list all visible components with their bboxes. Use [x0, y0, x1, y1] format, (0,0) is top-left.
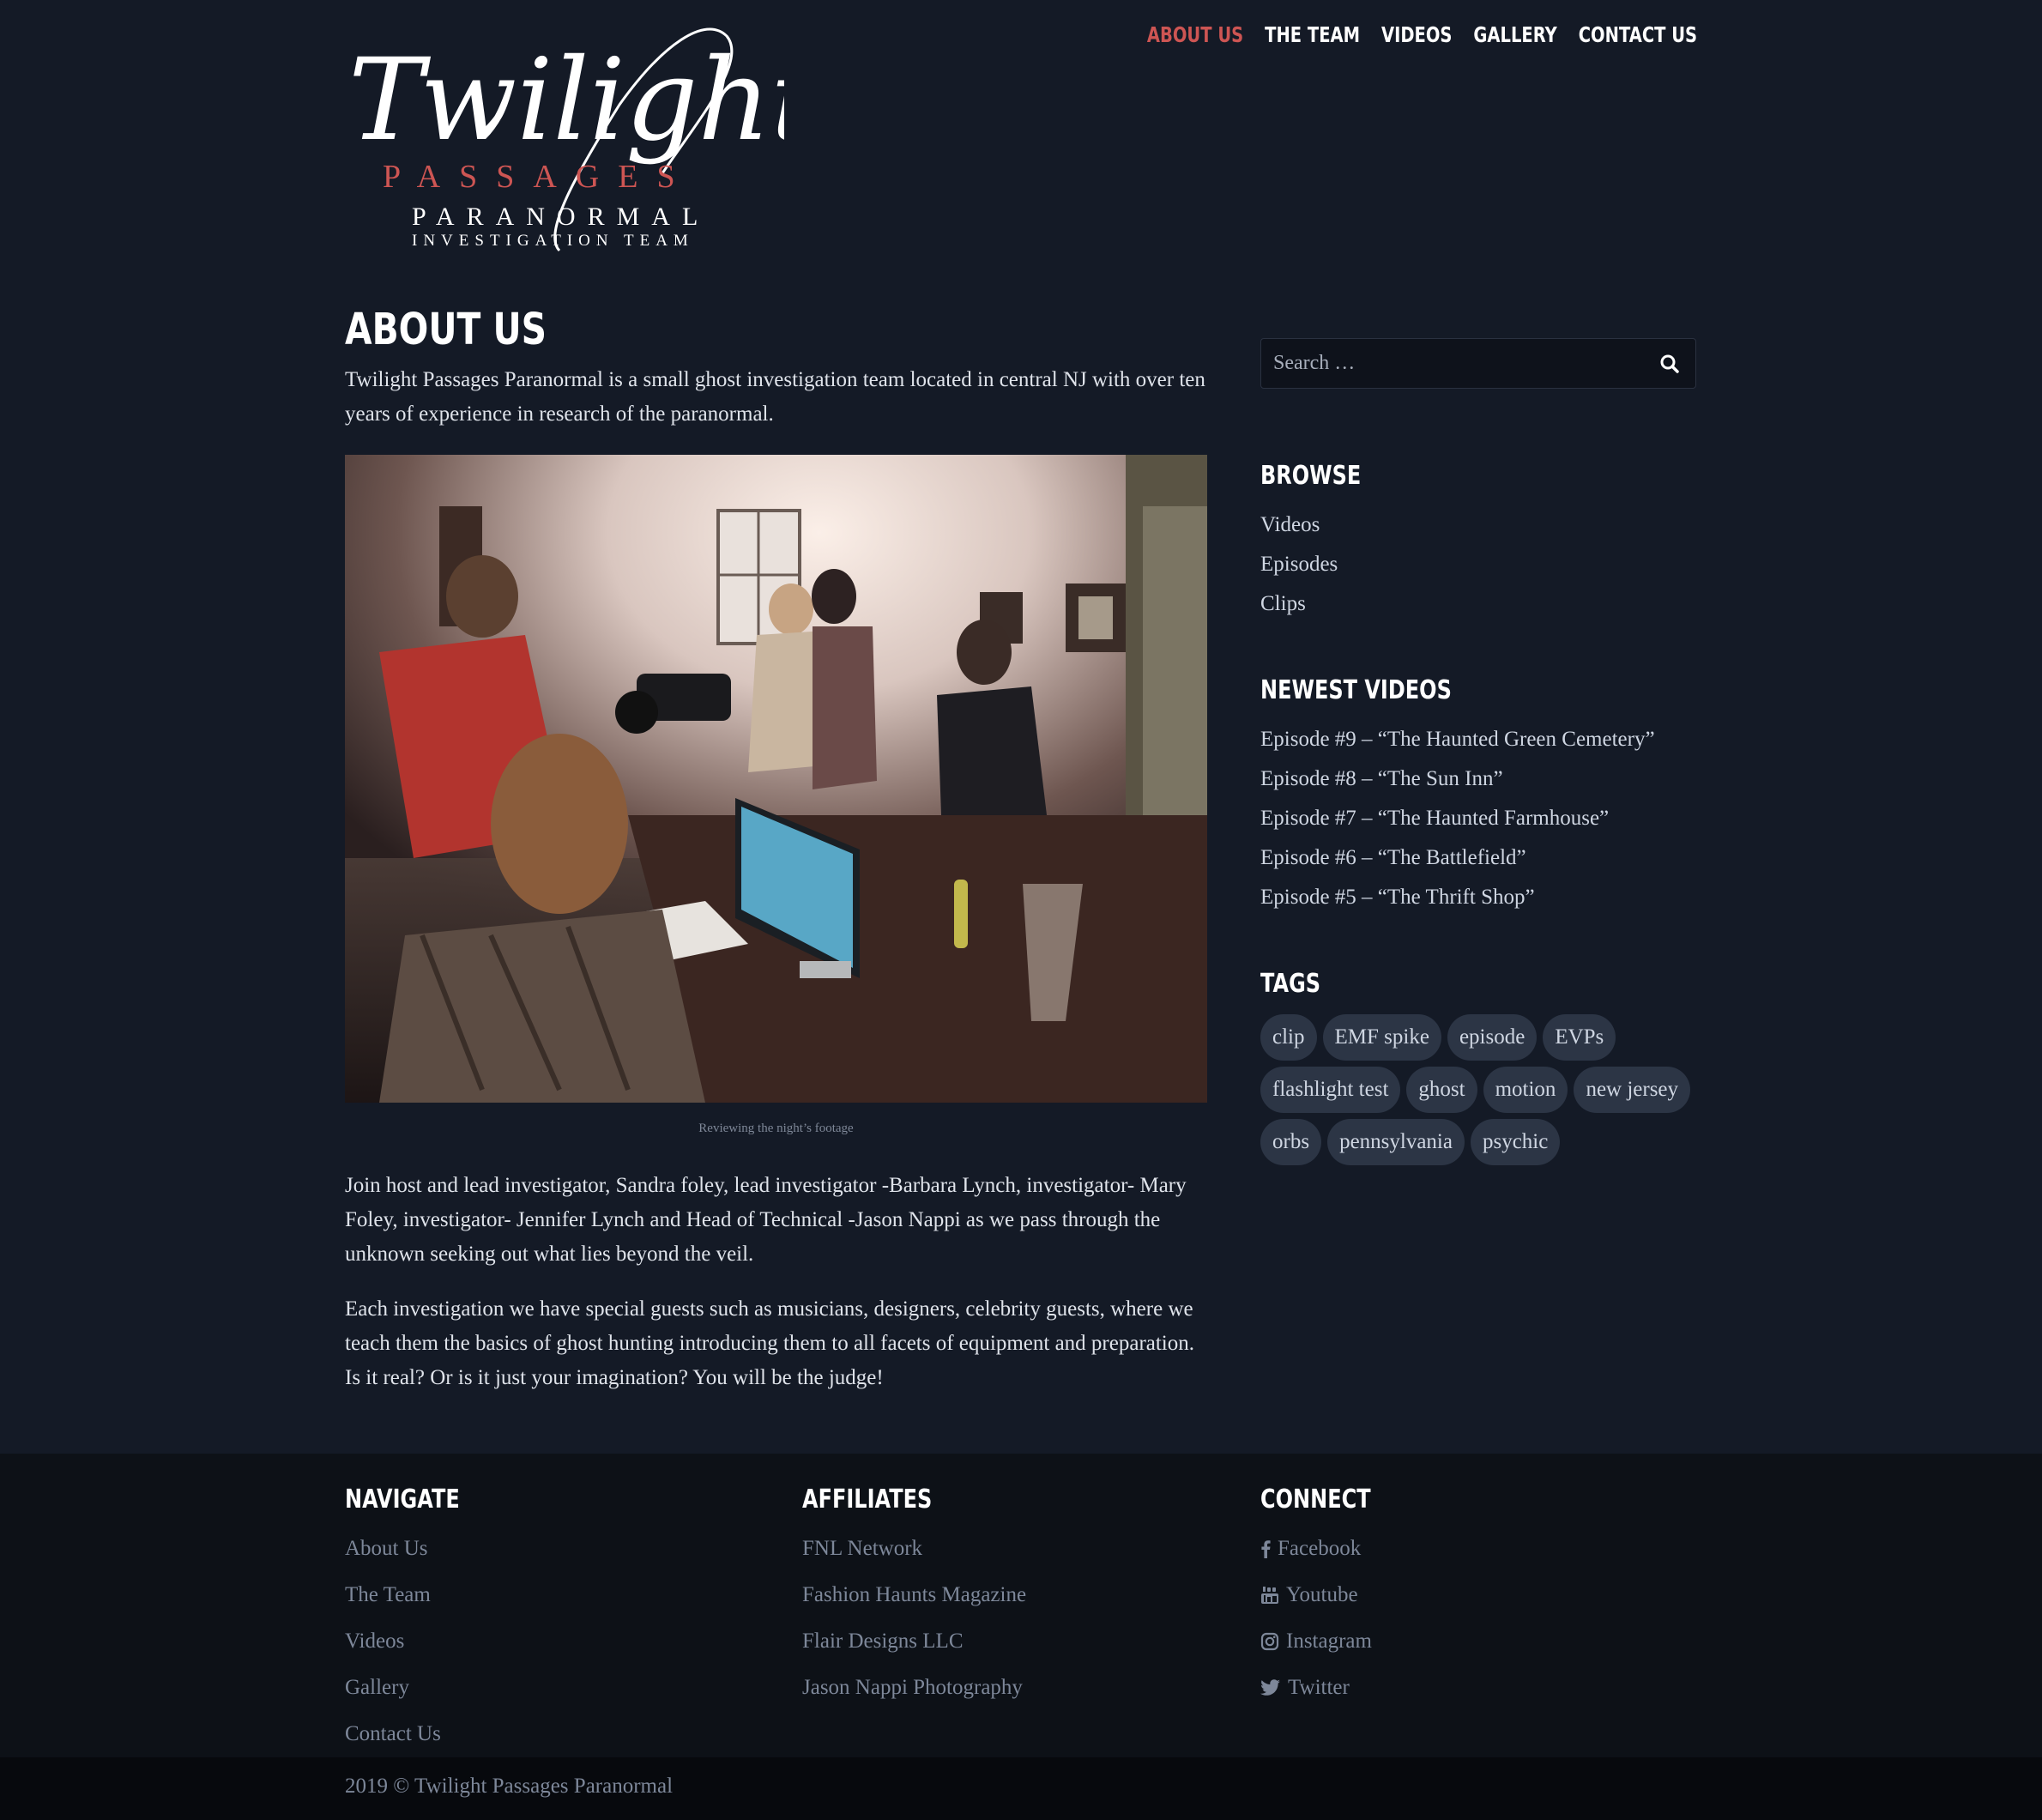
footer-link-about-us[interactable]: About Us [345, 1526, 488, 1572]
browse-link-clips[interactable]: Clips [1260, 584, 1696, 624]
logo-paranormal-text: PARANORMAL [412, 203, 710, 231]
newest-video-link[interactable]: Episode #6 – “The Battlefield” [1260, 838, 1696, 878]
footer-link-the-team[interactable]: The Team [345, 1572, 488, 1618]
connect-label: Facebook [1278, 1537, 1362, 1560]
main-nav: About Us The Team Videos Gallery Contact… [1147, 22, 1697, 47]
browse-link-episodes[interactable]: Episodes [1260, 545, 1696, 584]
affiliate-link-fnl-network[interactable]: FNL Network [802, 1526, 1026, 1572]
nav-videos[interactable]: Videos [1381, 22, 1452, 47]
affiliate-link-flair-designs[interactable]: Flair Designs LLC [802, 1618, 1026, 1665]
guests-paragraph: Each investigation we have special guest… [345, 1297, 1195, 1389]
search-button[interactable] [1644, 340, 1695, 387]
logo-passages-text: PASSAGES [383, 159, 694, 195]
photo-caption: Reviewing the night’s footage [698, 1122, 854, 1135]
newest-videos-widget: NEWEST VIDEOS Episode #9 – “The Haunted … [1260, 675, 1696, 917]
tag-cloud: clip EMF spike episode EVPs flashlight t… [1260, 1014, 1707, 1165]
youtube-icon [1261, 1587, 1278, 1604]
tag-pill[interactable]: EVPs [1543, 1014, 1616, 1061]
affiliate-link-fashion-haunts[interactable]: Fashion Haunts Magazine [802, 1572, 1026, 1618]
connect-link-twitter[interactable]: Twitter [1260, 1665, 1399, 1711]
tag-pill[interactable]: pennsylvania [1327, 1119, 1465, 1165]
page-title: ABOUT US [345, 305, 547, 355]
footer-affiliates-column: AFFILIATES FNL Network Fashion Haunts Ma… [802, 1484, 1026, 1711]
footer-link-videos[interactable]: Videos [345, 1618, 488, 1665]
team-paragraph: Join host and lead investigator, Sandra … [345, 1174, 1187, 1266]
newest-video-link[interactable]: Episode #9 – “The Haunted Green Cemetery… [1260, 720, 1696, 759]
footer-connect-title: CONNECT [1260, 1484, 1371, 1515]
logo-team-text: INVESTIGATION TEAM [412, 232, 694, 250]
nav-the-team[interactable]: The Team [1265, 22, 1360, 47]
connect-label: Instagram [1286, 1630, 1372, 1653]
sidebar: BROWSE Videos Episodes Clips NEWEST VIDE… [1260, 338, 1696, 1165]
tag-pill[interactable]: new jersey [1574, 1067, 1691, 1113]
investigation-photo [345, 455, 1207, 1103]
footer-navigate-column: NAVIGATE About Us The Team Videos Galler… [345, 1484, 488, 1757]
footer-link-gallery[interactable]: Gallery [345, 1665, 488, 1711]
site-header: Twilight PASSAGES PARANORMAL INVESTIGATI… [345, 0, 1697, 283]
search-input[interactable] [1261, 339, 1644, 388]
footer-connect-column: CONNECT Facebook Youtube Instagram Twitt… [1260, 1484, 1399, 1711]
browse-widget: BROWSE Videos Episodes Clips [1260, 461, 1696, 624]
nav-about-us[interactable]: About Us [1147, 22, 1243, 47]
tag-pill[interactable]: motion [1483, 1067, 1568, 1113]
copyright-text: 2019 © Twilight Passages Paranormal [345, 1775, 674, 1798]
newest-video-link[interactable]: Episode #8 – “The Sun Inn” [1260, 759, 1696, 799]
connect-label: Twitter [1288, 1676, 1350, 1699]
tag-pill[interactable]: orbs [1260, 1119, 1322, 1165]
newest-videos-title: NEWEST VIDEOS [1260, 675, 1452, 705]
tag-pill[interactable]: EMF spike [1322, 1014, 1441, 1061]
twitter-icon [1260, 1679, 1280, 1696]
facebook-icon [1261, 1540, 1271, 1558]
site-logo[interactable]: Twilight PASSAGES PARANORMAL INVESTIGATI… [345, 19, 784, 276]
tags-title: TAGS [1260, 969, 1321, 999]
footer-affiliates-title: AFFILIATES [802, 1484, 933, 1515]
browse-title: BROWSE [1260, 461, 1362, 491]
tag-pill[interactable]: flashlight test [1260, 1067, 1401, 1113]
tag-pill[interactable]: psychic [1470, 1119, 1561, 1165]
connect-label: Youtube [1286, 1583, 1358, 1606]
instagram-icon [1260, 1632, 1279, 1651]
newest-video-link[interactable]: Episode #7 – “The Haunted Farmhouse” [1260, 799, 1696, 838]
site-footer: NAVIGATE About Us The Team Videos Galler… [0, 1454, 2042, 1757]
nav-gallery[interactable]: Gallery [1473, 22, 1556, 47]
main-content: ABOUT US Twilight Passages Paranormal is… [345, 305, 1207, 1395]
intro-paragraph: Twilight Passages Paranormal is a small … [345, 368, 1205, 426]
connect-link-instagram[interactable]: Instagram [1260, 1618, 1399, 1665]
search-form [1260, 338, 1696, 389]
connect-link-youtube[interactable]: Youtube [1260, 1572, 1399, 1618]
footer-link-contact-us[interactable]: Contact Us [345, 1711, 488, 1757]
connect-link-facebook[interactable]: Facebook [1260, 1526, 1399, 1572]
nav-contact-us[interactable]: Contact Us [1579, 22, 1697, 47]
footer-bottom-bar: 2019 © Twilight Passages Paranormal [0, 1757, 2042, 1820]
browse-link-videos[interactable]: Videos [1260, 505, 1696, 545]
tag-pill[interactable]: ghost [1406, 1067, 1477, 1113]
tags-widget: TAGS clip EMF spike episode EVPs flashli… [1260, 969, 1696, 1165]
newest-video-link[interactable]: Episode #5 – “The Thrift Shop” [1260, 878, 1696, 917]
tag-pill[interactable]: clip [1260, 1014, 1317, 1061]
affiliate-link-jason-nappi[interactable]: Jason Nappi Photography [802, 1665, 1026, 1711]
search-icon [1660, 354, 1679, 373]
logo-script-text: Twilight [348, 34, 784, 166]
tag-pill[interactable]: episode [1447, 1014, 1538, 1061]
footer-navigate-title: NAVIGATE [345, 1484, 460, 1515]
